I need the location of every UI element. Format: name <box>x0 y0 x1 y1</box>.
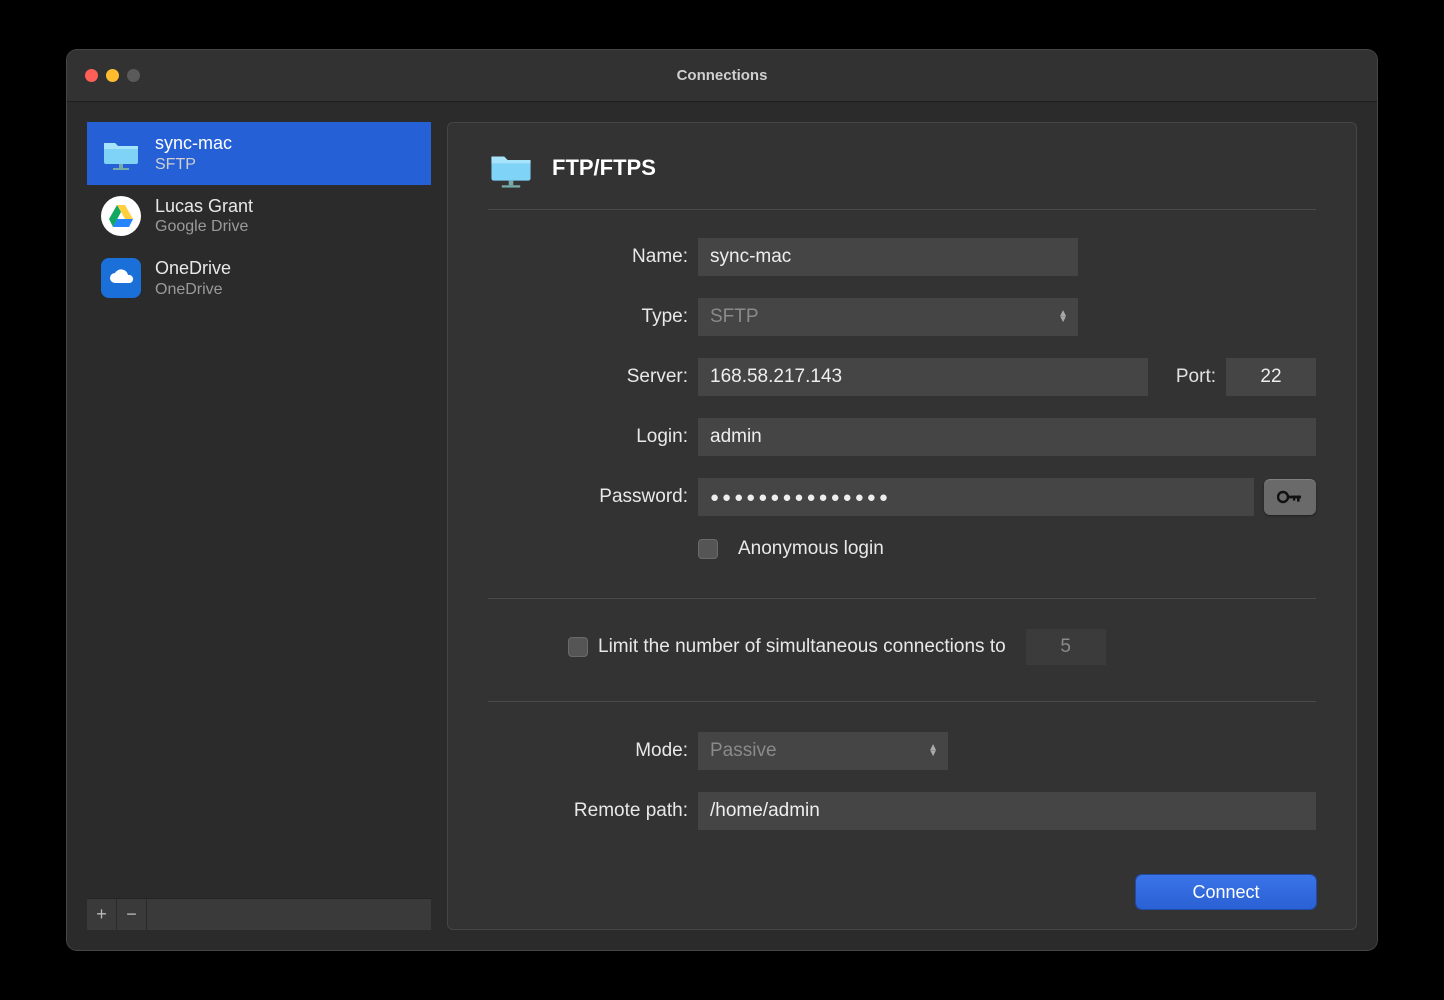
sidebar-footer: + − <box>87 898 431 930</box>
onedrive-icon <box>101 258 141 298</box>
remote-path-label: Remote path: <box>488 800 688 822</box>
remove-connection-button[interactable]: − <box>117 899 147 930</box>
close-button[interactable] <box>85 69 98 82</box>
anonymous-login-label: Anonymous login <box>738 538 884 560</box>
gdrive-icon <box>101 196 141 236</box>
type-select-value: SFTP <box>710 306 759 328</box>
limit-connections-checkbox[interactable] <box>568 637 588 657</box>
limit-connections-input[interactable]: 5 <box>1026 629 1106 665</box>
anonymous-login-checkbox[interactable] <box>698 539 718 559</box>
page-title: Connections <box>677 67 768 84</box>
name-input[interactable] <box>698 238 1078 276</box>
divider <box>488 598 1316 599</box>
limit-connections-label: Limit the number of simultaneous connect… <box>598 636 1006 658</box>
sidebar-item-onedrive[interactable]: OneDrive OneDrive <box>87 247 431 310</box>
remote-path-input[interactable] <box>698 792 1316 830</box>
port-input[interactable] <box>1226 358 1316 396</box>
folder-network-icon <box>101 133 141 173</box>
titlebar: Connections <box>67 50 1377 102</box>
maximize-button[interactable] <box>127 69 140 82</box>
password-input[interactable]: ●●●●●●●●●●●●●●● <box>698 478 1254 516</box>
traffic-lights <box>85 69 140 82</box>
type-select[interactable]: SFTP ▲▼ <box>698 298 1078 336</box>
sidebar-item-subtitle: SFTP <box>155 155 232 175</box>
server-label: Server: <box>488 366 688 388</box>
panel-header: FTP/FTPS <box>488 145 1316 210</box>
add-connection-button[interactable]: + <box>87 899 117 930</box>
panel-title: FTP/FTPS <box>552 155 656 181</box>
sidebar-item-label: Lucas Grant <box>155 195 253 218</box>
name-label: Name: <box>488 246 688 268</box>
server-input[interactable] <box>698 358 1148 396</box>
key-auth-button[interactable] <box>1264 479 1316 515</box>
sidebar: sync-mac SFTP Lucas Grant Goog <box>87 122 431 930</box>
minimize-button[interactable] <box>106 69 119 82</box>
sidebar-item-subtitle: OneDrive <box>155 280 231 300</box>
type-label: Type: <box>488 306 688 328</box>
sidebar-item-label: sync-mac <box>155 132 232 155</box>
chevron-up-down-icon: ▲▼ <box>1058 311 1068 323</box>
sidebar-item-label: OneDrive <box>155 257 231 280</box>
folder-network-icon <box>488 145 534 191</box>
connect-button[interactable]: Connect <box>1136 875 1316 909</box>
sidebar-item-sync-mac[interactable]: sync-mac SFTP <box>87 122 431 185</box>
connections-list: sync-mac SFTP Lucas Grant Goog <box>87 122 431 898</box>
key-icon <box>1277 490 1303 504</box>
mode-select[interactable]: Passive ▲▼ <box>698 732 948 770</box>
chevron-up-down-icon: ▲▼ <box>928 745 938 757</box>
login-label: Login: <box>488 426 688 448</box>
connections-window: Connections sync-mac SF <box>67 50 1377 950</box>
mode-label: Mode: <box>488 740 688 762</box>
sidebar-item-subtitle: Google Drive <box>155 217 253 237</box>
mode-select-value: Passive <box>710 740 777 762</box>
connection-detail-panel: FTP/FTPS Name: Type: SFTP ▲▼ Server: <box>447 122 1357 930</box>
divider <box>488 701 1316 702</box>
port-label: Port: <box>1176 366 1216 388</box>
sidebar-item-lucas-grant[interactable]: Lucas Grant Google Drive <box>87 185 431 248</box>
login-input[interactable] <box>698 418 1316 456</box>
password-label: Password: <box>488 486 688 508</box>
